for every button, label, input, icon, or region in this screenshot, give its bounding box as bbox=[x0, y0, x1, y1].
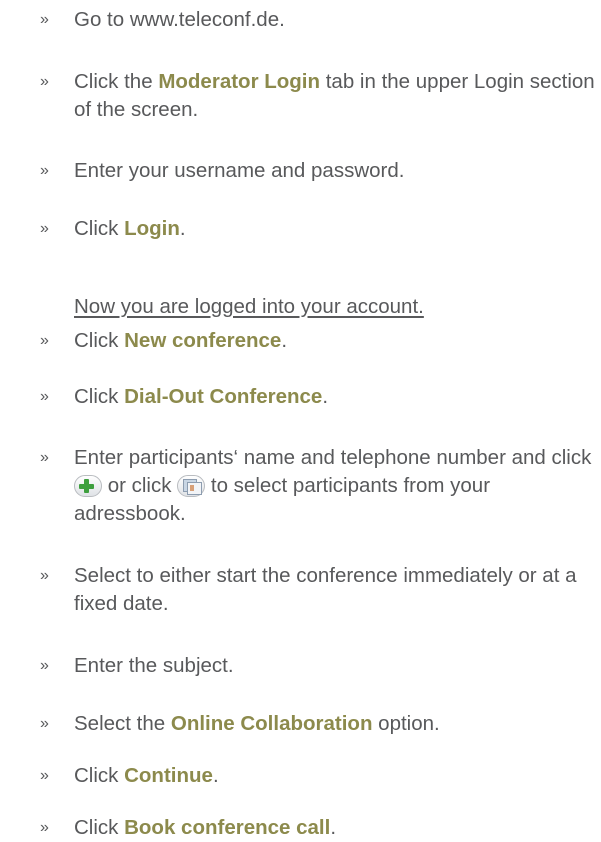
bullet: » bbox=[40, 388, 49, 405]
step-go-to-site: » Go to www.teleconf.de. bbox=[40, 6, 600, 34]
step-text: . bbox=[179, 217, 186, 240]
step-text: Enter your username and password. bbox=[74, 159, 405, 182]
step-enter-participants: » Enter participants‘ name and telephone… bbox=[40, 444, 600, 528]
step-online-collaboration: » Select the Online Collaboration option… bbox=[40, 710, 600, 738]
step-new-conference: » Click New conference. bbox=[40, 327, 600, 355]
step-text: or click bbox=[102, 474, 178, 497]
step-continue: » Click Continue. bbox=[40, 762, 600, 790]
step-select-start: » Select to either start the conference … bbox=[40, 562, 600, 618]
step-text: Click the bbox=[74, 70, 159, 93]
addressbook-icon bbox=[177, 475, 206, 497]
bullet: » bbox=[40, 11, 49, 28]
step-enter-subject: » Enter the subject. bbox=[40, 652, 600, 680]
bullet: » bbox=[40, 332, 49, 349]
bullet: » bbox=[40, 449, 49, 466]
step-text: Select to either start the conference im… bbox=[74, 564, 577, 615]
ui-term-moderator-login: Moderator Login bbox=[158, 70, 321, 93]
step-text: . bbox=[281, 329, 288, 352]
step-text: Click bbox=[74, 385, 125, 408]
step-text: . bbox=[330, 816, 337, 839]
instructions-document: » Go to www.teleconf.de. » Click the Mod… bbox=[0, 0, 601, 839]
step-text: . bbox=[322, 385, 329, 408]
step-book-conference-call: » Click Book conference call. bbox=[40, 814, 600, 842]
logged-in-note: Now you are logged into your account. bbox=[74, 294, 424, 318]
ui-term-new-conference: New conference bbox=[124, 329, 282, 352]
bullet: » bbox=[40, 220, 49, 237]
step-text: Click bbox=[74, 816, 125, 839]
ui-term-book-conference-call: Book conference call bbox=[124, 816, 331, 839]
bullet: » bbox=[40, 567, 49, 584]
bullet: » bbox=[40, 73, 49, 90]
bullet: » bbox=[40, 819, 49, 836]
step-text: . bbox=[212, 764, 219, 787]
bullet: » bbox=[40, 715, 49, 732]
ui-term-dial-out-conference: Dial-Out Conference bbox=[124, 385, 323, 408]
ui-term-login: Login bbox=[124, 217, 180, 240]
bullet: » bbox=[40, 162, 49, 179]
step-text: Go to www.teleconf.de. bbox=[74, 8, 285, 31]
bullet: » bbox=[40, 767, 49, 784]
plus-icon bbox=[74, 475, 102, 497]
step-text: Click bbox=[74, 217, 125, 240]
step-text: Click bbox=[74, 764, 125, 787]
step-text: Enter participants‘ name and telephone n… bbox=[74, 446, 592, 469]
step-text: Select the bbox=[74, 712, 171, 735]
bullet: » bbox=[40, 657, 49, 674]
step-text: Click bbox=[74, 329, 125, 352]
step-text: Enter the subject. bbox=[74, 654, 234, 677]
step-dial-out-conference: » Click Dial-Out Conference. bbox=[40, 383, 600, 411]
step-enter-credentials: » Enter your username and password. bbox=[40, 157, 600, 185]
ui-term-online-collaboration: Online Collaboration bbox=[170, 712, 373, 735]
step-login: » Click Login. bbox=[40, 215, 600, 243]
step-text: option. bbox=[372, 712, 440, 735]
step-moderator-login: » Click the Moderator Login tab in the u… bbox=[40, 68, 600, 124]
ui-term-continue: Continue bbox=[124, 764, 213, 787]
